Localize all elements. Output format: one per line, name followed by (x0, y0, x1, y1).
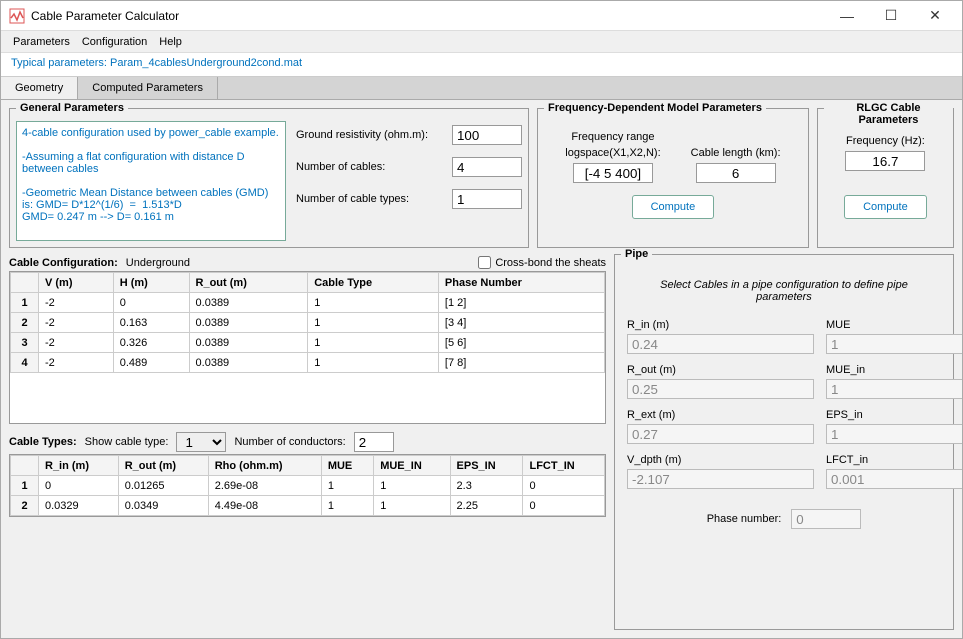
rlgc-compute-button[interactable]: Compute (844, 195, 927, 219)
general-parameters-panel: General Parameters 4-cable configuration… (9, 108, 529, 248)
table-row: 100.012652.69e-08112.30 (11, 476, 605, 496)
pipe-note: Select Cables in a pipe configuration to… (627, 271, 941, 319)
typical-parameters-link[interactable]: Typical parameters: Param_4cablesUndergr… (1, 53, 962, 77)
pipe-rin-input (627, 334, 814, 354)
rlgc-freq-input[interactable] (845, 151, 925, 171)
pipe-rext-input (627, 424, 814, 444)
freq-title: Frequency-Dependent Model Parameters (544, 102, 766, 114)
num-conductors-input[interactable] (354, 432, 394, 452)
table-row: 4-20.4890.03891[7 8] (11, 353, 605, 373)
menu-help[interactable]: Help (155, 34, 186, 50)
tab-row: Geometry Computed Parameters (1, 77, 962, 100)
freq-compute-button[interactable]: Compute (632, 195, 715, 219)
cable-config-type: Underground (126, 257, 190, 269)
crossbond-checkbox[interactable] (478, 256, 491, 269)
notes-textarea[interactable]: 4-cable configuration used by power_cabl… (16, 121, 286, 241)
table-row: 1-200.03891[1 2] (11, 293, 605, 313)
ground-resistivity-input[interactable] (452, 125, 522, 145)
table-row: 3-20.3260.03891[5 6] (11, 333, 605, 353)
minimize-button[interactable]: — (832, 4, 862, 28)
menu-parameters[interactable]: Parameters (9, 34, 74, 50)
menubar: Parameters Configuration Help (1, 31, 962, 53)
maximize-button[interactable]: ☐ (876, 4, 906, 28)
menu-configuration[interactable]: Configuration (78, 34, 151, 50)
pipe-vdpth-input (627, 469, 814, 489)
freq-range-input[interactable] (573, 163, 653, 183)
number-of-cables-input[interactable] (452, 157, 522, 177)
cable-types-table[interactable]: R_in (m) R_out (m) Rho (ohm.m) MUE MUE_I… (9, 454, 606, 517)
show-cable-type-label: Show cable type: (85, 436, 169, 448)
freq-range-label2: logspace(X1,X2,N): (565, 147, 660, 159)
crossbond-label: Cross-bond the sheats (495, 257, 606, 269)
cable-types-label: Cable Types: (9, 436, 77, 448)
cable-length-input[interactable] (696, 163, 776, 183)
pipe-title: Pipe (621, 248, 652, 260)
pipe-phase-label: Phase number: (707, 513, 782, 525)
ground-resistivity-label: Ground resistivity (ohm.m): (296, 129, 446, 141)
frequency-dependent-panel: Frequency-Dependent Model Parameters Fre… (537, 108, 809, 248)
show-cable-type-select[interactable]: 1 (176, 432, 226, 452)
pipe-muein-input (826, 379, 962, 399)
pipe-epsin-input (826, 424, 962, 444)
app-icon (9, 8, 25, 24)
pipe-panel: Pipe Select Cables in a pipe configurati… (614, 254, 954, 630)
cable-config-label: Cable Configuration: (9, 257, 118, 269)
rlgc-title: RLGC Cable Parameters (824, 102, 953, 126)
app-window: Cable Parameter Calculator — ☐ ✕ Paramet… (0, 0, 963, 639)
pipe-mue-input (826, 334, 962, 354)
titlebar: Cable Parameter Calculator — ☐ ✕ (1, 1, 962, 31)
num-conductors-label: Number of conductors: (234, 436, 345, 448)
pipe-phase-input (791, 509, 861, 529)
number-of-cable-types-input[interactable] (452, 189, 522, 209)
tab-computed-parameters[interactable]: Computed Parameters (78, 77, 218, 99)
pipe-lfctin-input (826, 469, 962, 489)
table-row: 20.03290.03494.49e-08112.250 (11, 496, 605, 516)
number-of-cable-types-label: Number of cable types: (296, 193, 446, 205)
rlgc-panel: RLGC Cable Parameters Frequency (Hz): Co… (817, 108, 954, 248)
window-title: Cable Parameter Calculator (31, 9, 832, 23)
freq-range-label1: Frequency range (571, 131, 654, 143)
cable-length-label: Cable length (km): (691, 147, 781, 159)
close-button[interactable]: ✕ (920, 4, 950, 28)
cable-config-table[interactable]: V (m) H (m) R_out (m) Cable Type Phase N… (9, 271, 606, 424)
table-row: 2-20.1630.03891[3 4] (11, 313, 605, 333)
number-of-cables-label: Number of cables: (296, 161, 446, 173)
pipe-rout-input (627, 379, 814, 399)
general-title: General Parameters (16, 102, 128, 114)
rlgc-freq-label: Frequency (Hz): (824, 135, 947, 147)
tab-geometry[interactable]: Geometry (1, 77, 78, 99)
